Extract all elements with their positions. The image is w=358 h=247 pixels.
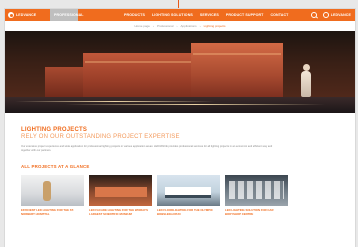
top-indicator-line [178, 0, 179, 8]
breadcrumb-applications[interactable]: Applications [180, 24, 196, 28]
nav-link-services[interactable]: SERVICES [200, 13, 219, 17]
project-thumbnail[interactable] [21, 175, 84, 207]
hero-light-trail [65, 104, 325, 105]
professional-tab-label: PROFESSIONAL [54, 13, 84, 17]
nav-link-products[interactable]: PRODUCTS [124, 13, 145, 17]
project-card-title[interactable]: LED FACADE LIGHTING FOR THE WORLD'S LARG… [89, 209, 152, 216]
intro-text: Our extensive project experience and wid… [21, 145, 273, 152]
page-subtitle: RELY ON OUR OUTSTANDING PROJECT EXPERTIS… [21, 134, 180, 140]
hero-light-band [85, 61, 191, 63]
project-card-hospital[interactable]: EFFICIENT LED LIGHTING FOR THE ST. NORBE… [21, 175, 84, 216]
breadcrumb-separator: › [152, 24, 154, 28]
page-title: LIGHTING PROJECTS [21, 127, 88, 133]
logo-icon [8, 12, 14, 18]
hero-light-band [193, 53, 281, 55]
nav-utilities: LEDVANCE [310, 9, 351, 21]
breadcrumb-separator: › [176, 24, 178, 28]
hero-building-right [191, 43, 283, 97]
region-selector[interactable]: LEDVANCE [322, 12, 351, 18]
breadcrumb: Home page › Professional › Applications … [5, 21, 355, 31]
region-label: LEDVANCE [330, 12, 351, 17]
hero-building-center [83, 53, 193, 99]
top-navigation-bar: LEDVANCE PROFESSIONAL PRODUCTS LIGHTING … [5, 9, 355, 21]
main-content: LIGHTING PROJECTS RELY ON OUR OUTSTANDIN… [5, 127, 355, 216]
project-cards: EFFICIENT LED LIGHTING FOR THE ST. NORBE… [21, 175, 339, 216]
breadcrumb-home[interactable]: Home page [134, 24, 150, 28]
project-card-title[interactable]: LED LIGHTING SOLUTION FOR CAR BODYSHOP C… [225, 209, 288, 216]
breadcrumb-current: Lighting projects [203, 24, 226, 28]
search-icon[interactable] [310, 12, 317, 18]
breadcrumb-separator: › [199, 24, 201, 28]
hero-street [5, 97, 355, 113]
project-thumbnail[interactable] [89, 175, 152, 207]
nav-link-contact[interactable]: CONTACT [270, 13, 288, 17]
project-thumbnail[interactable] [225, 175, 288, 207]
professional-tab[interactable]: PROFESSIONAL [50, 9, 83, 21]
project-card-museum[interactable]: LED FACADE LIGHTING FOR THE WORLD'S LARG… [89, 175, 152, 216]
hero-person [301, 71, 311, 97]
project-thumbnail[interactable] [157, 175, 220, 207]
projects-section-title: ALL PROJECTS AT A GLANCE [21, 164, 90, 170]
project-card-title[interactable]: LED FLOODLIGHTING FOR THE OLYMPIC BOBSLE… [157, 209, 220, 216]
project-card-bobsleigh[interactable]: LED FLOODLIGHTING FOR THE OLYMPIC BOBSLE… [157, 175, 220, 216]
main-menu: PRODUCTS LIGHTING SOLUTIONS SERVICES PRO… [124, 13, 288, 17]
nav-link-product-support[interactable]: PRODUCT SUPPORT [226, 13, 264, 17]
hero-light-trail [15, 101, 215, 102]
nav-link-lighting-solutions[interactable]: LIGHTING SOLUTIONS [152, 13, 193, 17]
brand-logo[interactable]: LEDVANCE [5, 12, 50, 18]
hero-person-head [303, 64, 310, 71]
project-card-title[interactable]: EFFICIENT LED LIGHTING FOR THE ST. NORBE… [21, 209, 84, 216]
globe-icon [322, 12, 329, 18]
breadcrumb-professional[interactable]: Professional [157, 24, 174, 28]
brand-name: LEDVANCE [16, 13, 37, 17]
browser-page: LEDVANCE PROFESSIONAL PRODUCTS LIGHTING … [4, 8, 356, 247]
project-card-bodyshop[interactable]: LED LIGHTING SOLUTION FOR CAR BODYSHOP C… [225, 175, 288, 216]
hero-image [5, 31, 355, 113]
hero-building-left [45, 67, 87, 99]
